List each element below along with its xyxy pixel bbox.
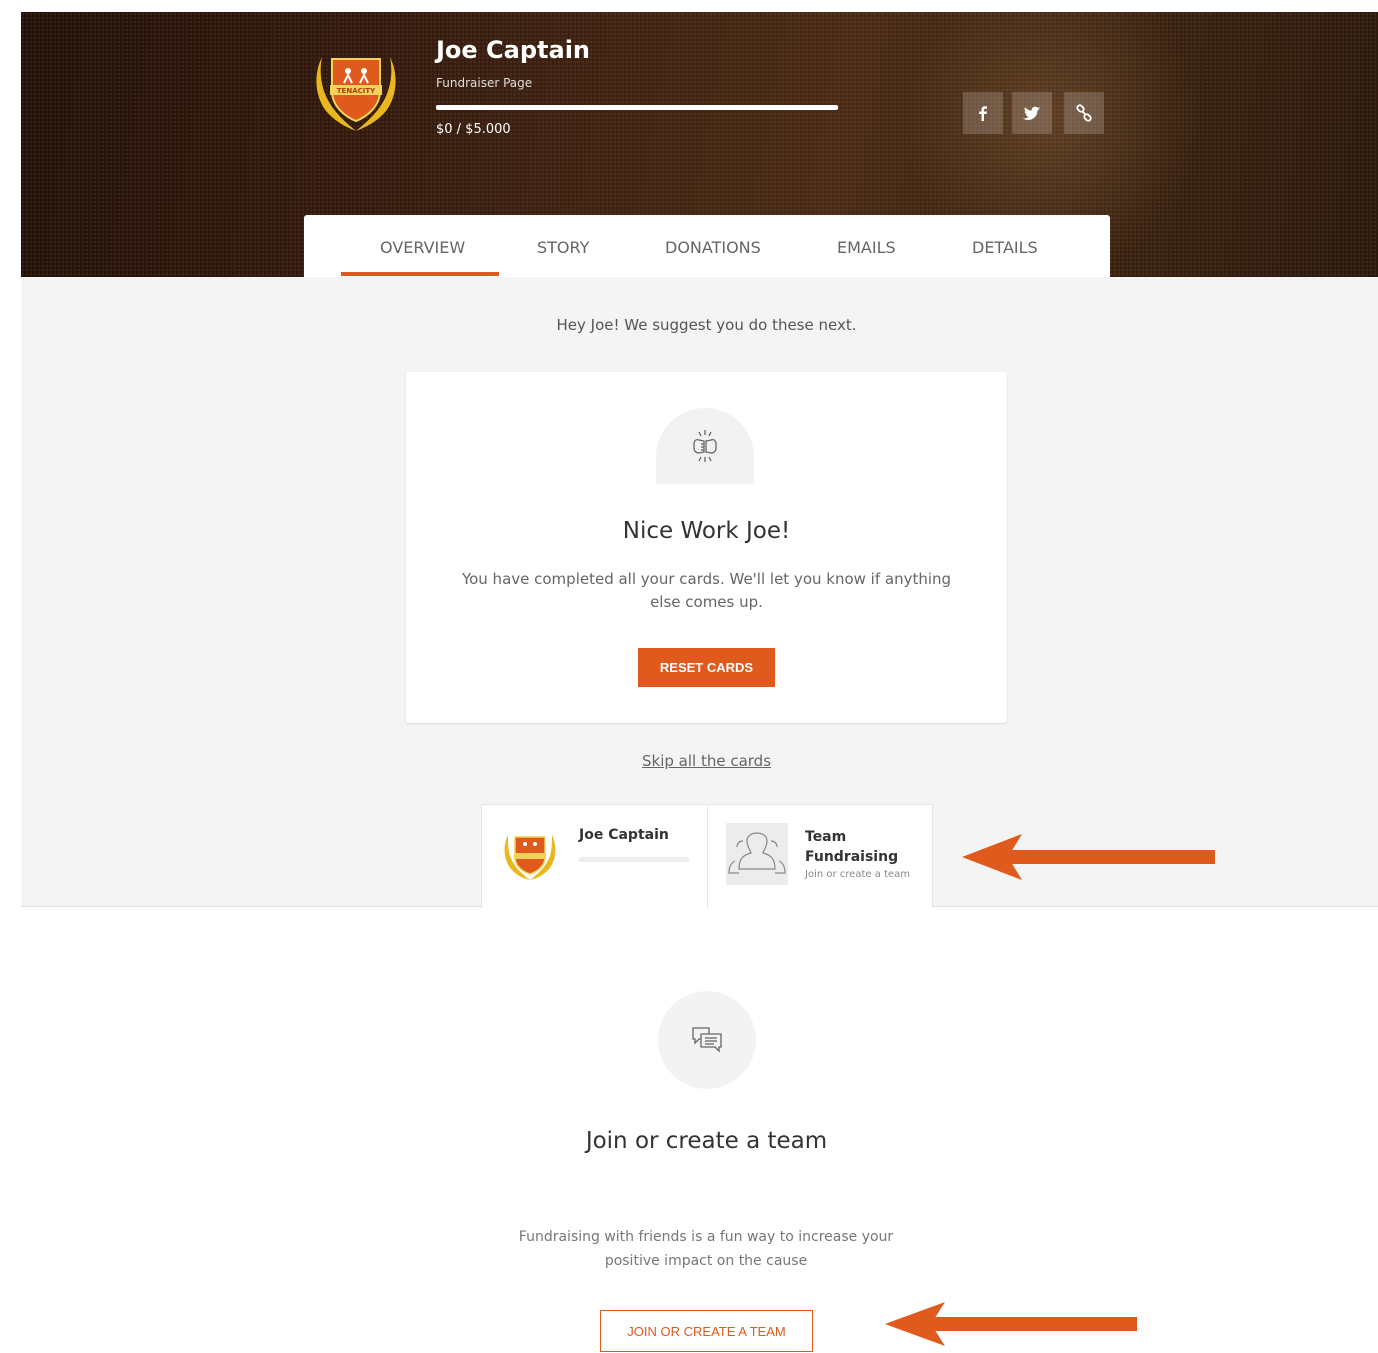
chat-bubbles-icon [692,1027,722,1053]
tab-details[interactable]: DETAILS [972,238,1038,257]
card-title: Nice Work Joe! [622,518,791,544]
tab-emails[interactable]: EMAILS [837,238,896,257]
team-fundraising-mini-card[interactable]: Team Fundraising Join or create a team [707,804,933,908]
reset-cards-button[interactable]: RESET CARDS [638,648,775,687]
facebook-icon [979,106,987,121]
fist-bump-icon [693,430,717,462]
fundraiser-subtitle: Fundraiser Page [436,76,533,90]
team-section-description: Fundraising with friends is a fun way to… [518,1229,894,1269]
link-icon [1076,104,1092,122]
team-logo-small-icon [504,835,556,880]
team-fundraising-title: Team Fundraising [805,829,899,865]
card-description: You have completed all your cards. We'll… [461,570,952,611]
team-icon-box [726,823,788,885]
join-create-team-button[interactable]: JOIN OR CREATE A TEAM [600,1310,813,1352]
profile-mini-name: Joe Captain [579,827,669,843]
fundraising-progress-bar [436,105,838,110]
annotation-arrow-icon [885,1302,1137,1346]
tab-overview[interactable]: OVERVIEW [380,238,465,257]
active-tab-indicator [341,272,499,276]
team-people-icon [728,832,786,874]
fundraising-amount: $0 / $5.000 [436,122,511,137]
skip-cards-link[interactable]: Skip all the cards [0,752,1378,770]
profile-mini-card[interactable]: Joe Captain [481,804,708,908]
tab-story[interactable]: STORY [537,238,589,257]
suggestion-text: Hey Joe! We suggest you do these next. [556,316,857,334]
team-section-heading: Join or create a team [585,1128,828,1154]
profile-mini-progress [579,857,689,862]
copy-link-button[interactable] [1064,92,1104,134]
team-logo-icon: TENACITY [316,57,396,131]
facebook-share-button[interactable] [963,92,1003,134]
suggestion-card: Nice Work Joe! You have completed all yo… [406,372,1007,723]
twitter-share-button[interactable] [1012,92,1052,134]
logo-text: TENACITY [337,87,376,95]
twitter-icon [1023,106,1040,120]
fundraiser-name: Joe Captain [436,36,591,64]
chat-icon-circle [658,991,756,1089]
page-tabs: OVERVIEW STORY DONATIONS EMAILS DETAILS [304,215,1110,277]
team-fundraising-subtitle: Join or create a team [805,869,910,880]
card-icon-circle [656,408,754,484]
tab-donations[interactable]: DONATIONS [665,238,761,257]
annotation-arrow-icon [962,834,1215,880]
